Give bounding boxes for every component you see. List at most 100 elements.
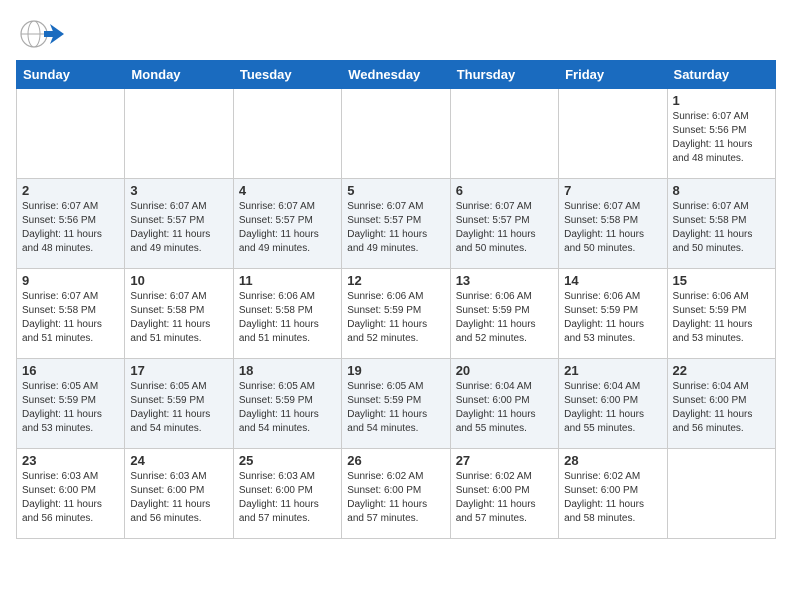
calendar-cell: 10 Sunrise: 6:07 AM Sunset: 5:58 PM Dayli… [125,269,233,359]
calendar-cell: 25Sunrise: 6:03 AM Sunset: 6:00 PM Dayli… [233,449,341,539]
calendar-cell: 19 Sunrise: 6:05 AM Sunset: 5:59 PM Dayli… [342,359,450,449]
day-number: 24 [130,453,227,468]
day-number: 14 [564,273,661,288]
day-number: 17 [130,363,227,378]
calendar-cell: 6 Sunrise: 6:07 AM Sunset: 5:57 PM Daylig… [450,179,558,269]
calendar-cell: 16 Sunrise: 6:05 AM Sunset: 5:59 PM Dayli… [17,359,125,449]
day-info: Sunrise: 6:05 AM Sunset: 5:59 PM Dayligh… [239,380,336,436]
calendar-cell: 18 Sunrise: 6:05 AM Sunset: 5:59 PM Dayli… [233,359,341,449]
calendar-cell: 5Sunrise: 6:07 AM Sunset: 5:57 PM Daylig… [342,179,450,269]
day-number: 26 [347,453,444,468]
day-number: 19 [347,363,444,378]
day-number: 7 [564,183,661,198]
calendar-cell: 7 Sunrise: 6:07 AM Sunset: 5:58 PM Daylig… [559,179,667,269]
day-info: Sunrise: 6:02 AM Sunset: 6:00 PM Dayligh… [456,470,553,526]
calendar-cell: 2 Sunrise: 6:07 AM Sunset: 5:56 PM Daylig… [17,179,125,269]
day-info: Sunrise: 6:02 AM Sunset: 6:00 PM Dayligh… [564,470,661,526]
calendar-table: SundayMondayTuesdayWednesdayThursdayFrid… [16,60,776,539]
calendar-cell [450,89,558,179]
calendar-cell: 1 Sunrise: 6:07 AM Sunset: 5:56 PM Daylig… [667,89,775,179]
day-info: Sunrise: 6:04 AM Sunset: 6:00 PM Dayligh… [564,380,661,436]
calendar-week-row: 2 Sunrise: 6:07 AM Sunset: 5:56 PM Daylig… [17,179,776,269]
day-info: Sunrise: 6:06 AM Sunset: 5:59 PM Dayligh… [564,290,661,346]
day-number: 2 [22,183,119,198]
day-info: Sunrise: 6:03 AM Sunset: 6:00 PM Dayligh… [22,470,119,526]
day-info: Sunrise: 6:05 AM Sunset: 5:59 PM Dayligh… [130,380,227,436]
calendar-cell: 28 Sunrise: 6:02 AM Sunset: 6:00 PM Dayli… [559,449,667,539]
day-info: Sunrise: 6:07 AM Sunset: 5:58 PM Dayligh… [130,290,227,346]
calendar-cell: 23 Sunrise: 6:03 AM Sunset: 6:00 PM Dayli… [17,449,125,539]
day-info: Sunrise: 6:05 AM Sunset: 5:59 PM Dayligh… [347,380,444,436]
calendar-cell: 4 Sunrise: 6:07 AM Sunset: 5:57 PM Daylig… [233,179,341,269]
day-number: 22 [673,363,770,378]
weekday-header: Wednesday [342,61,450,89]
calendar-cell: 20 Sunrise: 6:04 AM Sunset: 6:00 PM Dayli… [450,359,558,449]
calendar-cell: 8 Sunrise: 6:07 AM Sunset: 5:58 PM Daylig… [667,179,775,269]
calendar-cell: 21 Sunrise: 6:04 AM Sunset: 6:00 PM Dayli… [559,359,667,449]
day-number: 3 [130,183,227,198]
calendar-cell [559,89,667,179]
day-info: Sunrise: 6:06 AM Sunset: 5:58 PM Dayligh… [239,290,336,346]
calendar-cell [17,89,125,179]
day-number: 16 [22,363,119,378]
calendar-cell [233,89,341,179]
calendar-cell: 14 Sunrise: 6:06 AM Sunset: 5:59 PM Dayli… [559,269,667,359]
calendar-week-row: 23 Sunrise: 6:03 AM Sunset: 6:00 PM Dayli… [17,449,776,539]
calendar-cell: 27 Sunrise: 6:02 AM Sunset: 6:00 PM Dayli… [450,449,558,539]
day-info: Sunrise: 6:06 AM Sunset: 5:59 PM Dayligh… [347,290,444,346]
day-info: Sunrise: 6:02 AM Sunset: 6:00 PM Dayligh… [347,470,444,526]
day-number: 6 [456,183,553,198]
day-info: Sunrise: 6:04 AM Sunset: 6:00 PM Dayligh… [456,380,553,436]
day-info: Sunrise: 6:07 AM Sunset: 5:58 PM Dayligh… [564,200,661,256]
day-number: 10 [130,273,227,288]
calendar-cell [125,89,233,179]
calendar-cell: 3 Sunrise: 6:07 AM Sunset: 5:57 PM Daylig… [125,179,233,269]
day-number: 9 [22,273,119,288]
day-number: 27 [456,453,553,468]
calendar-cell: 9 Sunrise: 6:07 AM Sunset: 5:58 PM Daylig… [17,269,125,359]
weekday-header: Sunday [17,61,125,89]
calendar-cell: 26 Sunrise: 6:02 AM Sunset: 6:00 PM Dayli… [342,449,450,539]
day-info: Sunrise: 6:07 AM Sunset: 5:57 PM Dayligh… [456,200,553,256]
day-number: 12 [347,273,444,288]
day-info: Sunrise: 6:07 AM Sunset: 5:56 PM Dayligh… [22,200,119,256]
day-info: Sunrise: 6:06 AM Sunset: 5:59 PM Dayligh… [456,290,553,346]
day-number: 28 [564,453,661,468]
day-number: 11 [239,273,336,288]
day-info: Sunrise: 6:07 AM Sunset: 5:58 PM Dayligh… [22,290,119,346]
weekday-header: Tuesday [233,61,341,89]
calendar-week-row: 16 Sunrise: 6:05 AM Sunset: 5:59 PM Dayli… [17,359,776,449]
day-number: 4 [239,183,336,198]
logo-icon [16,16,64,52]
day-info: Sunrise: 6:07 AM Sunset: 5:58 PM Dayligh… [673,200,770,256]
day-info: Sunrise: 6:07 AM Sunset: 5:57 PM Dayligh… [347,200,444,256]
day-number: 20 [456,363,553,378]
day-number: 25 [239,453,336,468]
logo [16,16,68,52]
calendar-cell: 17 Sunrise: 6:05 AM Sunset: 5:59 PM Dayli… [125,359,233,449]
calendar-cell: 15Sunrise: 6:06 AM Sunset: 5:59 PM Dayli… [667,269,775,359]
page-header [16,16,776,52]
calendar-cell: 13Sunrise: 6:06 AM Sunset: 5:59 PM Dayli… [450,269,558,359]
day-number: 8 [673,183,770,198]
calendar-cell: 11 Sunrise: 6:06 AM Sunset: 5:58 PM Dayli… [233,269,341,359]
calendar-cell: 24 Sunrise: 6:03 AM Sunset: 6:00 PM Dayli… [125,449,233,539]
day-info: Sunrise: 6:07 AM Sunset: 5:57 PM Dayligh… [130,200,227,256]
calendar-week-row: 9 Sunrise: 6:07 AM Sunset: 5:58 PM Daylig… [17,269,776,359]
day-number: 18 [239,363,336,378]
calendar-header-row: SundayMondayTuesdayWednesdayThursdayFrid… [17,61,776,89]
calendar-cell: 12 Sunrise: 6:06 AM Sunset: 5:59 PM Dayli… [342,269,450,359]
day-info: Sunrise: 6:05 AM Sunset: 5:59 PM Dayligh… [22,380,119,436]
weekday-header: Monday [125,61,233,89]
day-info: Sunrise: 6:07 AM Sunset: 5:56 PM Dayligh… [673,110,770,166]
day-number: 1 [673,93,770,108]
calendar-cell [667,449,775,539]
day-info: Sunrise: 6:07 AM Sunset: 5:57 PM Dayligh… [239,200,336,256]
weekday-header: Thursday [450,61,558,89]
day-number: 21 [564,363,661,378]
calendar-cell [342,89,450,179]
weekday-header: Saturday [667,61,775,89]
day-number: 23 [22,453,119,468]
day-info: Sunrise: 6:03 AM Sunset: 6:00 PM Dayligh… [130,470,227,526]
calendar-cell: 22Sunrise: 6:04 AM Sunset: 6:00 PM Dayli… [667,359,775,449]
